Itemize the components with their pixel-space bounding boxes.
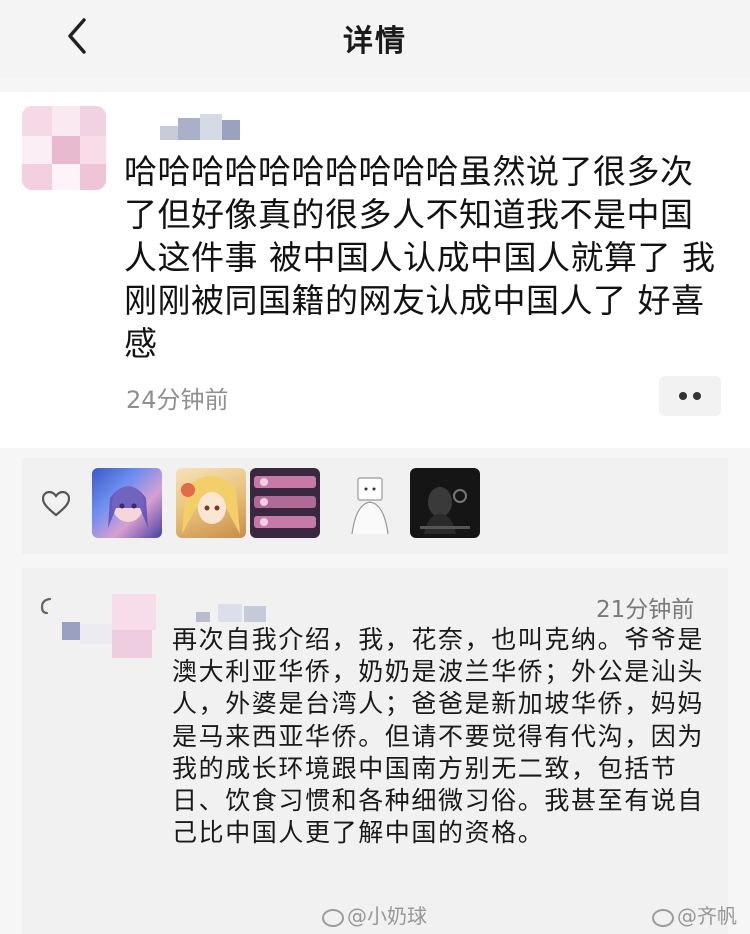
post-card: 哈哈哈哈哈哈哈哈哈哈虽然说了很多次了但好像真的很多人不知道我不是中国人这件事 被… bbox=[0, 92, 750, 448]
comment-timestamp: 21分钟前 bbox=[596, 597, 695, 623]
comment-card: 21分钟前 再次自我介绍，我，花奈，也叫克纳。爷爷是澳大利亚华侨，奶奶是波兰华侨… bbox=[22, 568, 728, 934]
like-avatar-3[interactable] bbox=[250, 468, 320, 538]
watermark-right: @齐帆 bbox=[652, 900, 737, 929]
author-name[interactable] bbox=[160, 112, 240, 142]
author-avatar[interactable] bbox=[22, 106, 106, 190]
commenter-name[interactable] bbox=[196, 602, 276, 622]
watermark-left: @小奶球 bbox=[322, 900, 427, 929]
page-title: 详情 bbox=[343, 24, 407, 59]
commenter-avatar[interactable] bbox=[62, 594, 156, 658]
like-avatar-5[interactable] bbox=[410, 468, 480, 538]
avatar-illustration bbox=[351, 477, 389, 535]
watermark-text: @齐帆 bbox=[677, 904, 737, 928]
avatar-illustration bbox=[108, 486, 148, 528]
post-text: 哈哈哈哈哈哈哈哈哈哈虽然说了很多次了但好像真的很多人不知道我不是中国人这件事 被… bbox=[124, 152, 716, 363]
more-dots-icon bbox=[679, 392, 687, 400]
avatar-illustration bbox=[420, 487, 470, 534]
avatar-illustration bbox=[254, 476, 316, 528]
watermark-text: @小奶球 bbox=[347, 904, 427, 928]
nav-header: 详情 bbox=[0, 0, 750, 78]
heart-outline-icon[interactable] bbox=[42, 491, 70, 517]
more-dots-icon bbox=[693, 392, 701, 400]
likes-panel bbox=[22, 458, 728, 554]
avatar-illustration bbox=[181, 476, 240, 534]
like-avatar-2[interactable] bbox=[176, 468, 246, 538]
weibo-logo-icon bbox=[322, 908, 344, 927]
weibo-logo-icon bbox=[652, 908, 674, 927]
comment-icon bbox=[40, 597, 52, 615]
comment-text: 再次自我介绍，我，花奈，也叫克纳。爷爷是澳大利亚华侨，奶奶是波兰华侨；外公是汕头… bbox=[172, 625, 705, 848]
post-timestamp: 24分钟前 bbox=[126, 386, 229, 414]
more-button[interactable] bbox=[659, 376, 721, 416]
like-avatar-1[interactable] bbox=[92, 468, 162, 538]
like-avatar-4[interactable] bbox=[336, 468, 406, 538]
